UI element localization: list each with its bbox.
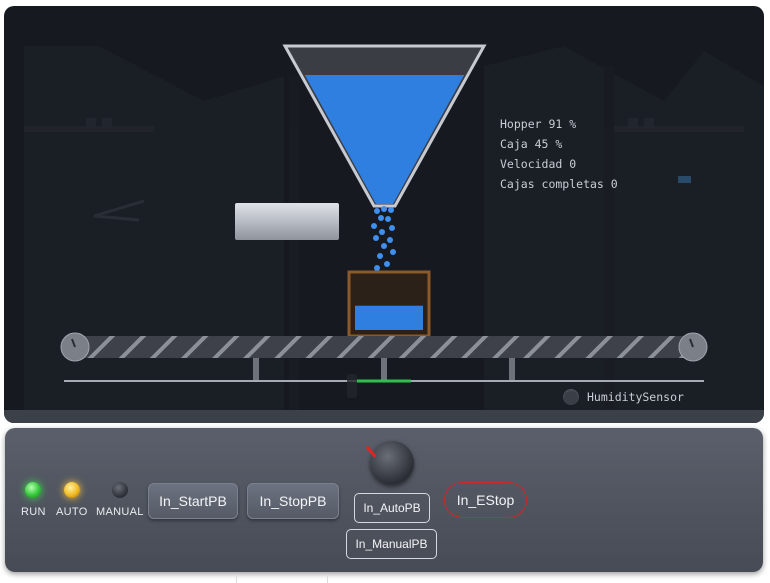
droplet — [374, 208, 380, 214]
droplet — [379, 229, 385, 235]
droplet — [377, 253, 383, 259]
droplet — [381, 243, 387, 249]
droplet — [385, 216, 391, 222]
status-readout: Hopper 91 % Caja 45 % Velocidad 0 Cajas … — [500, 114, 618, 194]
manual-indicator-icon — [111, 482, 128, 498]
control-panel: RUN AUTO MANUAL In_StartPB In_StopPB In_… — [5, 428, 763, 572]
droplet — [389, 225, 395, 231]
start-button[interactable]: In_StartPB — [148, 483, 238, 519]
conveyor-leg — [381, 358, 387, 382]
divider — [236, 574, 328, 583]
conveyor-belt — [74, 336, 692, 358]
box-material — [355, 305, 423, 330]
machine-drawing — [4, 44, 764, 423]
floor-strip — [4, 410, 764, 423]
droplet — [371, 223, 377, 229]
speed-readout: Velocidad 0 — [500, 157, 577, 171]
humidity-sensor[interactable]: HumiditySensor — [563, 389, 684, 405]
droplet — [390, 249, 396, 255]
droplet — [378, 215, 384, 221]
droplet — [384, 261, 390, 267]
droplet — [381, 206, 387, 212]
run-lamp-label: RUN — [21, 506, 46, 518]
auto-lamp-label: AUTO — [56, 506, 88, 518]
hopper-readout: Hopper 91 % — [500, 117, 577, 131]
conveyor-leg — [509, 358, 515, 382]
auto-lamp: AUTO — [56, 482, 88, 518]
auto-indicator-icon — [63, 482, 80, 498]
completed-boxes-readout: Cajas completas 0 — [500, 177, 618, 191]
droplet — [373, 235, 379, 241]
mode-selector-knob[interactable] — [365, 441, 414, 485]
humidity-sensor-label: HumiditySensor — [587, 390, 684, 404]
manual-lamp: MANUAL — [96, 482, 144, 518]
indicator-light — [678, 176, 691, 183]
run-indicator-icon — [25, 482, 42, 498]
stop-button[interactable]: In_StopPB — [247, 483, 339, 519]
hopper-material — [304, 75, 465, 204]
machine-scene: Hopper 91 % Caja 45 % Velocidad 0 Cajas … — [4, 6, 764, 423]
box-readout: Caja 45 % — [500, 137, 563, 151]
emergency-stop-button[interactable]: In_EStop — [444, 482, 527, 518]
pusher-cylinder — [235, 203, 339, 240]
conveyor-leg — [253, 358, 259, 382]
droplet — [388, 207, 394, 213]
droplet — [387, 237, 393, 243]
knob-pointer-icon — [365, 445, 377, 458]
manual-lamp-label: MANUAL — [96, 506, 144, 518]
auto-button[interactable]: In_AutoPB — [354, 493, 430, 523]
droplet — [374, 265, 380, 271]
run-lamp: RUN — [21, 482, 46, 518]
manual-button[interactable]: In_ManualPB — [346, 529, 437, 559]
sensor-icon — [563, 389, 579, 405]
